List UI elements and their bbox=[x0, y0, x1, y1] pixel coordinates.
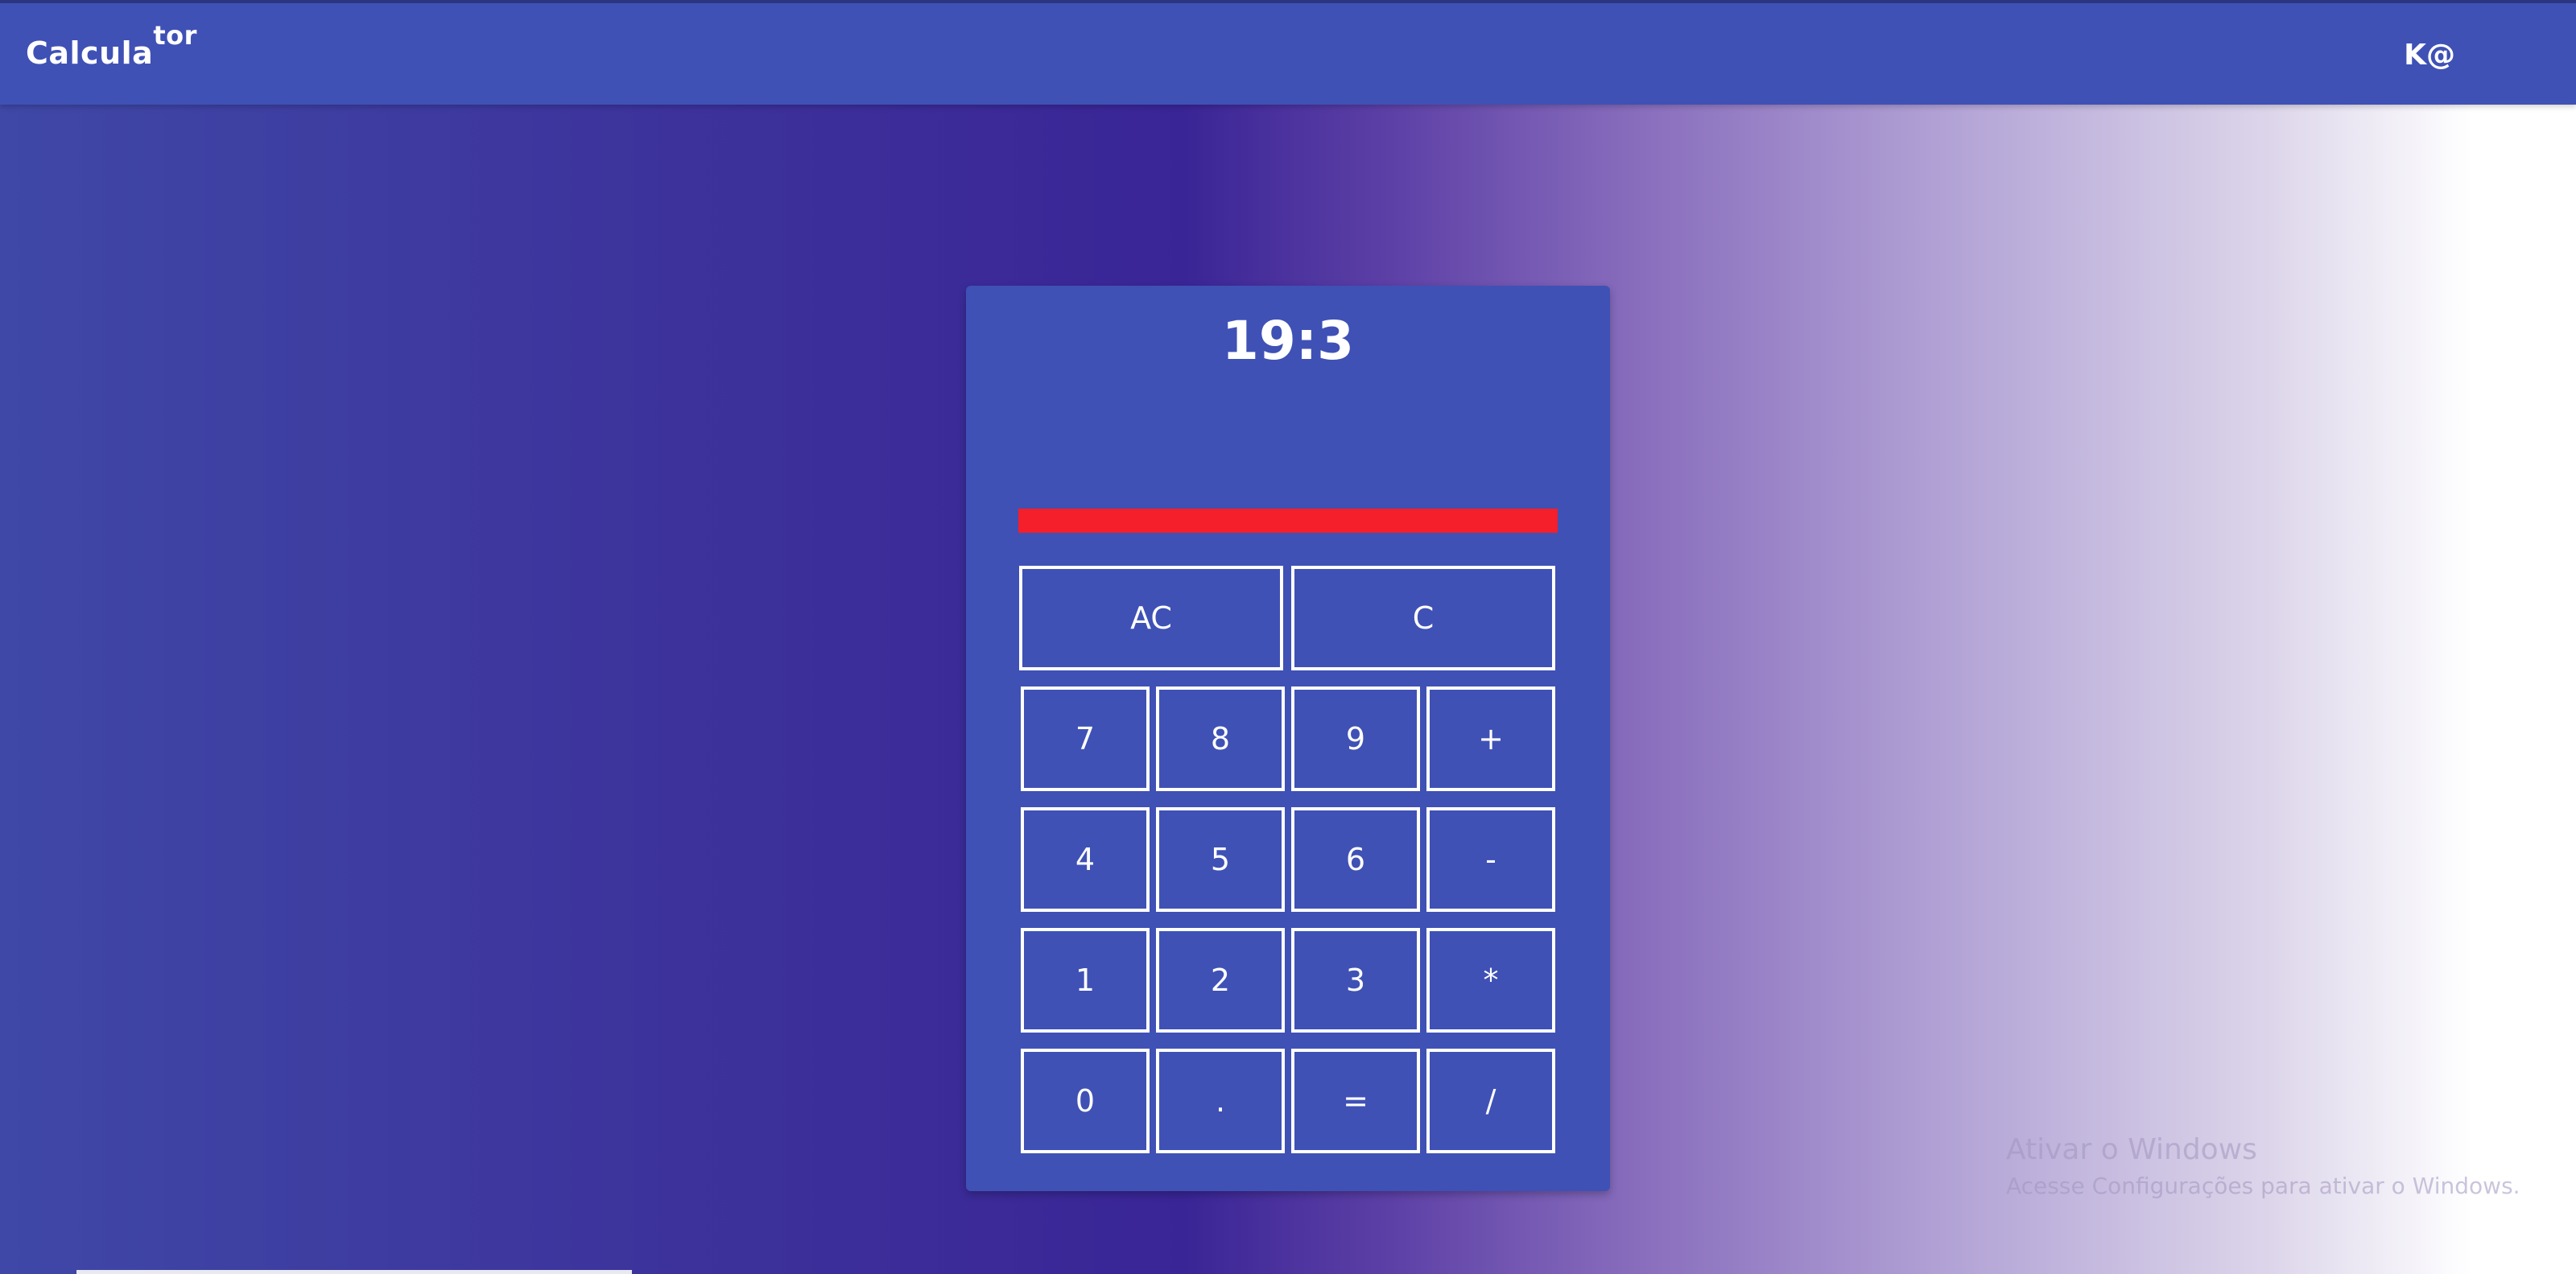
user-label[interactable]: K@ bbox=[2404, 39, 2455, 72]
digit-5-button[interactable]: 5 bbox=[1156, 807, 1285, 912]
digit-4-button[interactable]: 4 bbox=[1021, 807, 1150, 912]
digit-0-button[interactable]: 0 bbox=[1021, 1049, 1150, 1153]
watermark-subtitle: Acesse Configurações para ativar o Windo… bbox=[2006, 1173, 2520, 1199]
plus-button[interactable]: + bbox=[1426, 686, 1555, 791]
calculator-card: 19:3 AC C 7 8 9 + 4 5 6 - 1 2 3 * 0 . = … bbox=[966, 286, 1610, 1191]
all-clear-button[interactable]: AC bbox=[1019, 566, 1283, 670]
decimal-point-button[interactable]: . bbox=[1156, 1049, 1285, 1153]
digit-9-button[interactable]: 9 bbox=[1291, 686, 1420, 791]
digit-6-button[interactable]: 6 bbox=[1291, 807, 1420, 912]
divide-button[interactable]: / bbox=[1426, 1049, 1555, 1153]
minus-button[interactable]: - bbox=[1426, 807, 1555, 912]
watermark-title: Ativar o Windows bbox=[2006, 1133, 2257, 1166]
equals-button[interactable]: = bbox=[1291, 1049, 1420, 1153]
clear-button[interactable]: C bbox=[1291, 566, 1555, 670]
error-indicator-bar bbox=[1018, 509, 1558, 533]
multiply-button[interactable]: * bbox=[1426, 928, 1555, 1033]
app-logo[interactable]: Calculator bbox=[26, 20, 197, 71]
digit-7-button[interactable]: 7 bbox=[1021, 686, 1150, 791]
windows-activation-watermark: Ativar o Windows Acesse Configurações pa… bbox=[2006, 1133, 2520, 1199]
digit-1-button[interactable]: 1 bbox=[1021, 928, 1150, 1033]
calculator-display: 19:3 bbox=[1221, 310, 1355, 372]
digit-2-button[interactable]: 2 bbox=[1156, 928, 1285, 1033]
horizontal-scrollbar[interactable] bbox=[76, 1270, 632, 1274]
top-app-bar: Calculator K@ bbox=[0, 0, 2576, 105]
digit-3-button[interactable]: 3 bbox=[1291, 928, 1420, 1033]
brand-superscript-text: tor bbox=[153, 20, 197, 51]
digit-8-button[interactable]: 8 bbox=[1156, 686, 1285, 791]
brand-main-text: Calcula bbox=[26, 35, 154, 71]
